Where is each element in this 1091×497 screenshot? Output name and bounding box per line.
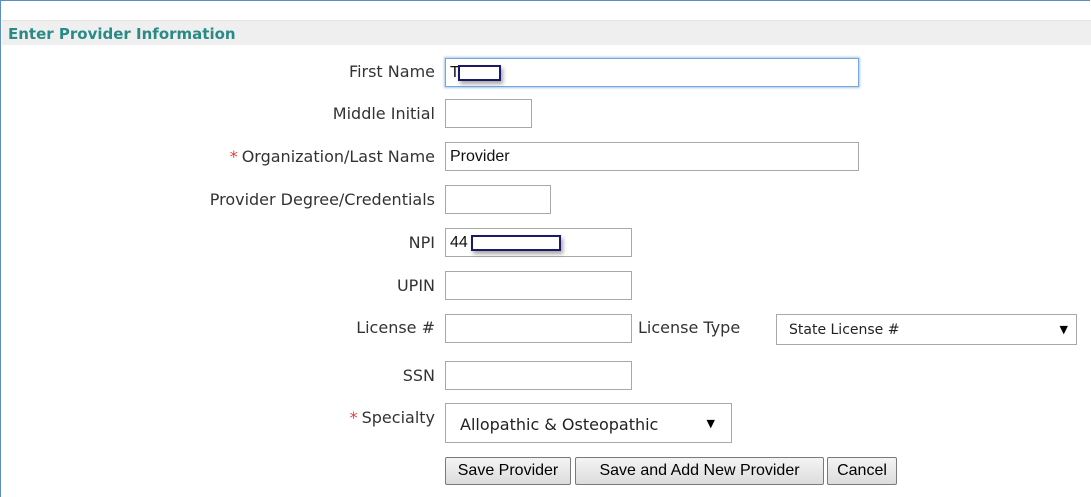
org-last-name-input[interactable] (445, 142, 859, 171)
specialty-label: * Specialty (350, 408, 435, 427)
license-type-value: State License # (789, 322, 900, 338)
middle-initial-label: Middle Initial (332, 104, 435, 123)
ssn-input[interactable] (445, 361, 632, 390)
org-last-name-label-text: Organization/Last Name (241, 147, 435, 166)
upin-input[interactable] (445, 271, 632, 300)
degree-input[interactable] (445, 185, 551, 214)
specialty-label-text: Specialty (361, 408, 435, 427)
upin-label: UPIN (396, 276, 435, 295)
section-title: Enter Provider Information (8, 25, 236, 43)
first-name-label: First Name (349, 62, 435, 81)
license-number-input[interactable] (445, 314, 632, 343)
ssn-label: SSN (402, 366, 435, 385)
license-type-select[interactable]: State License # ▼ (776, 314, 1077, 345)
middle-initial-input[interactable] (445, 99, 532, 128)
specialty-select[interactable]: Allopathic & Osteopathic ▼ (445, 403, 732, 443)
triangle-down-icon: ▼ (706, 417, 715, 430)
cancel-button[interactable]: Cancel (827, 457, 897, 485)
redaction-box (471, 235, 561, 251)
save-and-add-new-provider-button[interactable]: Save and Add New Provider (575, 457, 824, 485)
degree-label: Provider Degree/Credentials (209, 190, 435, 209)
redaction-box (458, 65, 501, 81)
specialty-value: Allopathic & Osteopathic (460, 415, 659, 434)
npi-label: NPI (408, 233, 435, 252)
save-provider-button[interactable]: Save Provider (445, 457, 571, 485)
required-asterisk: * (229, 147, 238, 166)
required-asterisk: * (349, 408, 358, 427)
license-number-label: License # (356, 318, 435, 337)
triangle-down-icon: ▼ (1059, 323, 1068, 336)
org-last-name-label: * Organization/Last Name (230, 147, 435, 166)
first-name-input[interactable] (445, 58, 859, 87)
section-header: Enter Provider Information (2, 20, 1091, 45)
license-type-label: License Type (638, 318, 741, 337)
